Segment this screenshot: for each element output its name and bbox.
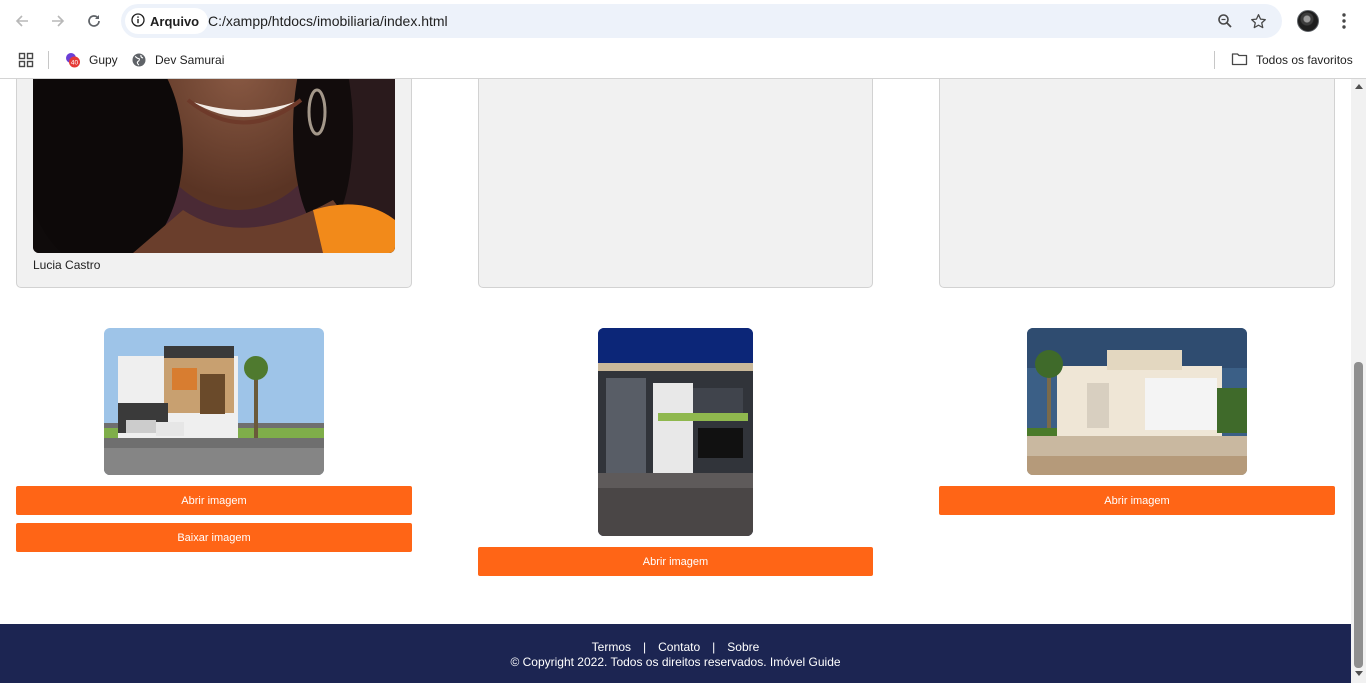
gupy-badge: 40 — [71, 60, 79, 67]
footer-link-contact[interactable]: Contato — [658, 640, 700, 654]
property-image[interactable] — [598, 328, 753, 536]
bookmark-gupy[interactable]: 40 Gupy — [65, 50, 118, 70]
gupy-icon: 40 — [65, 52, 81, 68]
more-menu-icon[interactable] — [1332, 9, 1356, 33]
bookmark-label: Gupy — [89, 53, 118, 67]
globe-icon — [131, 52, 147, 68]
zoom-icon[interactable] — [1213, 9, 1237, 33]
url-text[interactable]: C:/xampp/htdocs/imobiliaria/index.html — [208, 13, 448, 29]
back-arrow-icon[interactable] — [10, 9, 34, 33]
bookmarks-divider — [1214, 51, 1215, 69]
address-bar[interactable]: Arquivo C:/xampp/htdocs/imobiliaria/inde… — [121, 4, 1282, 38]
info-icon — [131, 12, 145, 30]
page-viewport: Lucia Castro Abrir imagem Baixar imagem … — [0, 79, 1351, 683]
profile-avatar[interactable] — [1297, 10, 1319, 32]
forward-arrow-icon[interactable] — [46, 9, 70, 33]
footer-separator: | — [712, 640, 716, 654]
browser-toolbar: Arquivo C:/xampp/htdocs/imobiliaria/inde… — [0, 0, 1366, 42]
bookmarks-bar: 40 Gupy Dev Samurai Todos os favoritos — [0, 42, 1366, 79]
open-image-button[interactable]: Abrir imagem — [478, 547, 873, 576]
copyright-text: © Copyright 2022. Todos os direitos rese… — [510, 655, 841, 669]
site-info-label: Arquivo — [150, 13, 200, 29]
bookmarks-divider — [48, 51, 49, 69]
property-image[interactable] — [104, 328, 324, 475]
broker-photo — [33, 79, 395, 253]
bookmark-dev-samurai[interactable]: Dev Samurai — [131, 50, 224, 70]
broker-card: Lucia Castro — [16, 79, 412, 288]
apps-grid-icon[interactable] — [18, 50, 34, 70]
open-image-button[interactable]: Abrir imagem — [939, 486, 1335, 515]
footer-links: Termos | Contato | Sobre — [0, 640, 1351, 654]
bookmark-label: Dev Samurai — [155, 53, 225, 67]
broker-card — [478, 79, 873, 288]
footer-link-about[interactable]: Sobre — [727, 640, 759, 654]
scroll-down-arrow-icon[interactable] — [1355, 671, 1363, 676]
all-bookmarks-button[interactable]: Todos os favoritos — [1231, 50, 1353, 70]
open-image-button[interactable]: Abrir imagem — [16, 486, 412, 515]
reload-icon[interactable] — [82, 9, 106, 33]
site-footer: Termos | Contato | Sobre © Copyright 202… — [0, 624, 1351, 683]
broker-card — [939, 79, 1335, 288]
footer-link-terms[interactable]: Termos — [592, 640, 631, 654]
bookmark-star-icon[interactable] — [1246, 9, 1270, 33]
footer-separator: | — [643, 640, 647, 654]
broker-name: Lucia Castro — [33, 258, 101, 272]
all-bookmarks-label: Todos os favoritos — [1256, 53, 1353, 67]
folder-icon — [1231, 52, 1248, 69]
vertical-scrollbar[interactable] — [1351, 79, 1366, 683]
site-info-chip[interactable]: Arquivo — [125, 8, 209, 34]
download-image-button[interactable]: Baixar imagem — [16, 523, 412, 552]
scroll-up-arrow-icon[interactable] — [1355, 84, 1363, 89]
scrollbar-thumb[interactable] — [1354, 362, 1363, 668]
property-image[interactable] — [1027, 328, 1247, 475]
